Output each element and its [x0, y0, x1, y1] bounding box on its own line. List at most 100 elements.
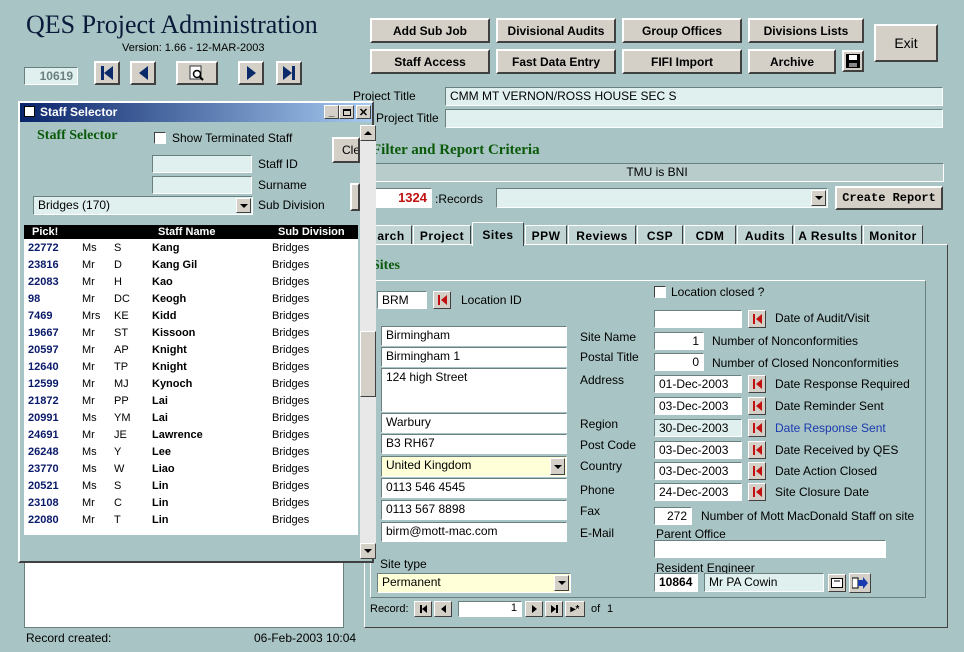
table-row[interactable]: 26248 Ms Y Lee Bridges — [24, 444, 356, 461]
staff-selector-titlebar[interactable]: Staff Selector _ ✕ — [20, 103, 372, 122]
fifi-import-button[interactable]: FIFI Import — [622, 49, 742, 74]
tab-search[interactable]: arch — [370, 225, 412, 245]
table-row[interactable]: 20597 Mr AP Knight Bridges — [24, 342, 356, 359]
region-field[interactable]: Warbury — [381, 413, 567, 433]
sub-division-select[interactable]: Bridges (170) — [33, 196, 253, 215]
table-row[interactable]: 98 Mr DC Keogh Bridges — [24, 291, 356, 308]
table-row[interactable]: 20991 Ms YM Lai Bridges — [24, 410, 356, 427]
table-row[interactable]: 20521 Ms S Lin Bridges — [24, 478, 356, 495]
clear-button[interactable]: Clear — [332, 137, 360, 163]
staff-access-button[interactable]: Staff Access — [370, 49, 490, 74]
show-terminated-checkbox[interactable] — [154, 132, 166, 144]
project-title-field[interactable]: CMM MT VERNON/ROSS HOUSE SEC S — [445, 87, 943, 106]
table-row[interactable]: 22772 Ms S Kang Bridges — [24, 240, 356, 257]
table-row[interactable]: 23108 Mr C Lin Bridges — [24, 495, 356, 512]
table-row[interactable]: 12599 Mr MJ Kynoch Bridges — [24, 376, 356, 393]
tab-project[interactable]: Project — [413, 225, 471, 245]
date-action-closed-button[interactable] — [748, 462, 766, 480]
last-record-button[interactable] — [276, 61, 302, 85]
record-nav-new[interactable]: ▸* — [565, 601, 585, 617]
email-field[interactable]: birm@mott-mac.com — [381, 522, 567, 542]
phone-field[interactable]: 0113 546 4545 — [381, 478, 567, 498]
table-row[interactable]: 12640 Mr TP Knight Bridges — [24, 359, 356, 376]
save-button[interactable] — [842, 50, 864, 72]
location-id-button[interactable] — [433, 291, 451, 309]
record-number-field[interactable]: 10619 — [24, 67, 78, 85]
tab-ppw[interactable]: PPW — [525, 225, 567, 245]
date-response-required-field[interactable]: 01-Dec-2003 — [654, 375, 742, 393]
table-row[interactable]: 7469 Mrs KE Kidd Bridges — [24, 308, 356, 325]
resident-engineer-id-field[interactable]: 10864 — [654, 573, 698, 592]
staff-id-field[interactable] — [152, 155, 252, 173]
address-field[interactable]: 124 high Street — [381, 368, 567, 412]
table-row[interactable]: 23770 Ms W Liao Bridges — [24, 461, 356, 478]
postal-title-field[interactable]: Birmingham 1 — [381, 347, 567, 367]
date-response-required-button[interactable] — [748, 375, 766, 393]
next-record-button[interactable] — [238, 61, 264, 85]
fast-data-entry-button[interactable]: Fast Data Entry — [496, 49, 616, 74]
fax-field[interactable]: 0113 567 8898 — [381, 500, 567, 520]
tab-audits[interactable]: Audits — [737, 225, 793, 245]
table-row[interactable]: 22083 Mr H Kao Bridges — [24, 274, 356, 291]
record-nav-current[interactable]: 1 — [458, 601, 522, 617]
date-reminder-sent-button[interactable] — [748, 397, 766, 415]
scroll-down-button[interactable] — [360, 543, 376, 559]
date-received-qes-field[interactable]: 03-Dec-2003 — [654, 441, 742, 459]
sub-division-select-arrow[interactable] — [236, 198, 251, 213]
staff-selector-window[interactable]: Staff Selector _ ✕ Staff Selector Show T… — [18, 101, 376, 563]
sub-project-title-field[interactable] — [445, 109, 943, 128]
create-report-button[interactable]: Create Report — [835, 186, 943, 210]
tab-reviews[interactable]: Reviews — [568, 225, 636, 245]
add-sub-job-button[interactable]: Add Sub Job — [370, 18, 490, 43]
table-row[interactable]: 19667 Mr ST Kissoon Bridges — [24, 325, 356, 342]
table-row[interactable]: 23816 Mr D Kang Gil Bridges — [24, 257, 356, 274]
country-select[interactable]: United Kingdom — [381, 456, 567, 477]
surname-field[interactable] — [152, 176, 252, 194]
tab-csp[interactable]: CSP — [637, 225, 683, 245]
staff-list[interactable]: Pick! Staff Name Sub Division 22772 Ms S Ka… — [24, 225, 358, 535]
site-closure-date-button[interactable] — [748, 483, 766, 501]
parent-office-field[interactable] — [654, 540, 886, 558]
site-type-select-arrow[interactable] — [554, 575, 569, 591]
archive-button[interactable]: Archive — [748, 49, 836, 74]
tab-cdm[interactable]: CDM — [684, 225, 736, 245]
site-name-field[interactable]: Birmingham — [381, 326, 567, 346]
tab-sites[interactable]: Sites — [472, 222, 524, 246]
date-received-qes-button[interactable] — [748, 441, 766, 459]
report-select[interactable] — [496, 188, 828, 208]
find-record-button[interactable] — [176, 61, 218, 85]
report-select-arrow[interactable] — [811, 190, 826, 206]
scroll-up-button[interactable] — [360, 125, 376, 141]
nonconformities-field[interactable]: 1 — [654, 332, 704, 350]
record-nav-first[interactable] — [414, 601, 432, 617]
minimize-button[interactable]: _ — [324, 105, 339, 119]
date-audit-field[interactable] — [654, 310, 742, 328]
table-row[interactable]: 22080 Mr T Lin Bridges — [24, 512, 356, 529]
staff-on-site-field[interactable]: 272 — [654, 507, 692, 525]
resident-engineer-select-button[interactable] — [849, 573, 871, 593]
country-select-arrow[interactable] — [550, 458, 565, 475]
scroll-thumb[interactable] — [360, 331, 376, 397]
location-id-field[interactable]: BRM — [377, 291, 427, 309]
closed-nonconformities-field[interactable]: 0 — [654, 353, 704, 371]
staff-scrollbar[interactable] — [360, 125, 376, 559]
table-row[interactable]: 24691 Mr JE Lawrence Bridges — [24, 427, 356, 444]
date-response-sent-field[interactable]: 30-Dec-2003 — [654, 419, 742, 437]
first-record-button[interactable] — [94, 61, 120, 85]
post-code-field[interactable]: B3 RH67 — [381, 434, 567, 454]
resident-engineer-details-button[interactable] — [828, 574, 846, 592]
tab-monitor[interactable]: Monitor — [863, 225, 923, 245]
prev-record-button[interactable] — [130, 61, 156, 85]
site-type-select[interactable]: Permanent — [377, 573, 571, 593]
table-row[interactable]: 21872 Mr PP Lai Bridges — [24, 393, 356, 410]
exit-button[interactable]: Exit — [874, 24, 938, 62]
maximize-button[interactable] — [339, 105, 354, 119]
date-action-closed-field[interactable]: 03-Dec-2003 — [654, 462, 742, 480]
record-nav-next[interactable] — [525, 601, 543, 617]
location-closed-checkbox[interactable] — [654, 286, 666, 298]
record-nav-last[interactable] — [545, 601, 563, 617]
close-button[interactable]: ✕ — [356, 105, 371, 119]
date-response-sent-button[interactable] — [748, 419, 766, 437]
record-nav-prev[interactable] — [434, 601, 452, 617]
divisional-audits-button[interactable]: Divisional Audits — [496, 18, 616, 43]
